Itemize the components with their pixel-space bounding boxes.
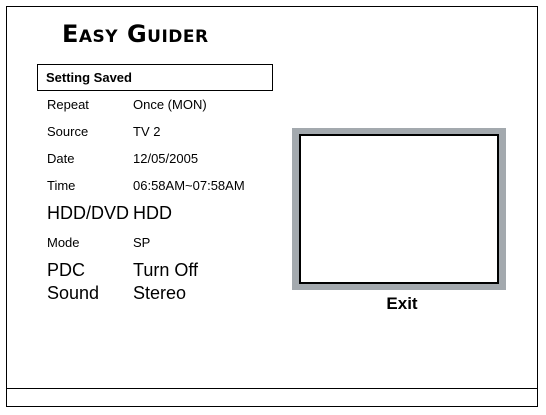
setting-value: 06:58AM~07:58AM bbox=[133, 178, 245, 193]
setting-value: 12/05/2005 bbox=[133, 151, 199, 166]
setting-label: Date bbox=[47, 151, 75, 166]
setting-value: Stereo bbox=[133, 283, 187, 303]
setting-value: SP bbox=[133, 235, 151, 250]
status-message: Setting Saved bbox=[37, 64, 273, 91]
setting-label: Time bbox=[47, 178, 76, 193]
setting-label: Repeat bbox=[47, 97, 89, 112]
footer-divider bbox=[6, 388, 538, 389]
setting-value: HDD bbox=[133, 203, 172, 223]
setting-label: HDD/DVD bbox=[47, 203, 130, 223]
preview-frame bbox=[292, 128, 506, 290]
setting-label: Sound bbox=[47, 283, 100, 303]
setting-value: Once (MON) bbox=[133, 97, 207, 112]
setting-label: Source bbox=[47, 124, 89, 139]
setting-label: Mode bbox=[47, 235, 80, 250]
setting-value: Turn Off bbox=[133, 260, 199, 280]
setting-value: TV 2 bbox=[133, 124, 161, 139]
setting-label: PDC bbox=[47, 260, 86, 280]
preview-screen bbox=[299, 134, 499, 284]
app-title: Easy Guider bbox=[62, 20, 209, 48]
exit-button[interactable]: Exit bbox=[375, 292, 429, 316]
